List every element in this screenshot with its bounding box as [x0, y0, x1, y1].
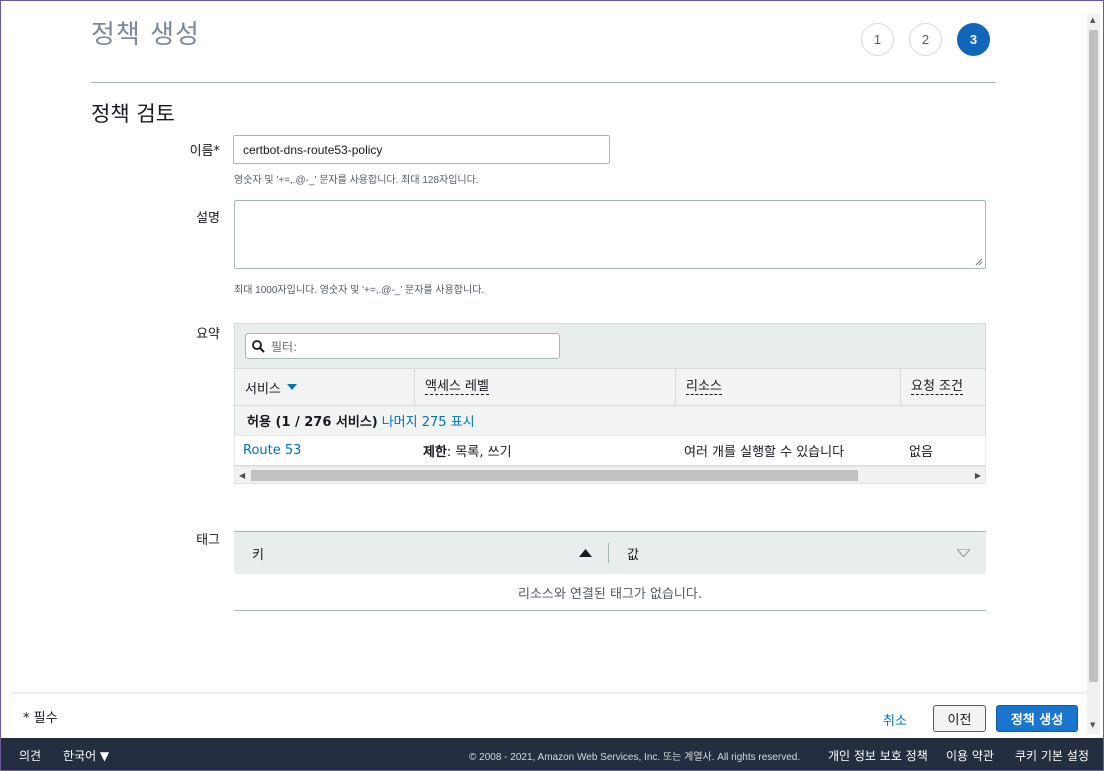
- create-policy-button[interactable]: 정책 생성: [996, 705, 1078, 732]
- column-divider: [608, 543, 609, 563]
- column-resource[interactable]: 리소스: [676, 369, 901, 405]
- privacy-link[interactable]: 개인 정보 보호 정책: [828, 747, 928, 764]
- footer-action-bar: * 필수 취소 이전 정책 생성: [11, 693, 1091, 737]
- section-title: 정책 검토: [91, 102, 175, 126]
- column-service[interactable]: 서비스: [235, 369, 415, 405]
- tags-value-header[interactable]: 값: [627, 544, 639, 563]
- access-level-bold: 제한: [423, 445, 447, 460]
- console-footer: 의견 한국어 ▼ © 2008 - 2021, Amazon Web Servi…: [1, 738, 1103, 770]
- tags-key-header[interactable]: 키: [252, 544, 264, 563]
- tags-header: 키 값: [234, 531, 986, 574]
- column-condition-label: 요청 조건: [911, 379, 963, 395]
- name-label: 이름*: [189, 144, 220, 159]
- resize-handle-icon[interactable]: [975, 258, 983, 266]
- sort-desc-icon: [286, 384, 297, 390]
- cancel-button[interactable]: 취소: [883, 710, 907, 729]
- column-access-level-label: 액세스 레벨: [425, 379, 489, 395]
- scroll-right-icon[interactable]: ▶: [975, 471, 981, 480]
- page-title: 정책 생성: [91, 20, 200, 50]
- column-resource-label: 리소스: [686, 379, 722, 395]
- feedback-link[interactable]: 의견: [19, 747, 41, 764]
- sort-inactive-icon[interactable]: [957, 549, 970, 557]
- sort-asc-icon[interactable]: [579, 549, 592, 557]
- wizard-steps: 1 2 3: [861, 23, 990, 56]
- horizontal-scrollbar[interactable]: ◀ ▶: [234, 466, 986, 484]
- scroll-left-icon[interactable]: ◀: [239, 471, 245, 480]
- condition-cell: 없음: [909, 445, 933, 460]
- required-note: * 필수: [23, 711, 58, 726]
- scroll-up-icon[interactable]: ▲: [1090, 16, 1095, 24]
- filter-input[interactable]: 필터:: [245, 333, 560, 359]
- column-condition[interactable]: 요청 조건: [901, 369, 985, 405]
- group-row: 허용 (1 / 276 서비스) 나머지 275 표시: [234, 406, 986, 436]
- scroll-thumb[interactable]: [251, 470, 858, 481]
- terms-link[interactable]: 이용 약관: [946, 747, 994, 764]
- description-label: 설명: [196, 211, 220, 226]
- tags-label: 태그: [196, 533, 220, 548]
- tags-table: 키 값 리소스와 연결된 태그가 없습니다.: [234, 531, 986, 611]
- access-level-detail: : 목록, 쓰기: [446, 445, 512, 460]
- summary-label: 요약: [196, 327, 220, 342]
- name-input[interactable]: certbot-dns-route53-policy: [233, 135, 610, 164]
- cookie-settings-link[interactable]: 쿠키 기본 설정: [1015, 747, 1089, 764]
- search-icon: [252, 339, 265, 353]
- step-2[interactable]: 2: [909, 23, 942, 56]
- tags-empty-message: 리소스와 연결된 태그가 없습니다.: [234, 574, 986, 611]
- divider: [91, 82, 996, 83]
- description-hint: 최대 1000자입니다. 영숫자 및 '+=,.@-_' 문자를 사용합니다.: [234, 285, 485, 296]
- previous-button[interactable]: 이전: [933, 705, 986, 732]
- group-text: 허용 (1 / 276 서비스): [247, 415, 378, 430]
- table-row: Route 53 제한: 목록, 쓰기 여러 개를 실행할 수 있습니다 없음: [234, 436, 986, 466]
- table-header: 서비스 액세스 레벨 리소스 요청 조건: [234, 368, 986, 406]
- scroll-down-icon[interactable]: ▼: [1090, 721, 1095, 729]
- service-link[interactable]: Route 53: [243, 443, 301, 458]
- show-remaining-link[interactable]: 나머지 275 표시: [382, 411, 475, 430]
- description-textarea[interactable]: [234, 200, 986, 269]
- summary-table: 필터: 서비스 액세스 레벨 리소스 요청 조건 허용 (1 / 276 서비스…: [234, 323, 986, 484]
- vertical-scroll-thumb[interactable]: [1089, 30, 1098, 682]
- name-hint: 영숫자 및 '+=,.@-_' 문자를 사용합니다. 최대 128자입니다.: [234, 175, 479, 186]
- copyright-text: © 2008 - 2021, Amazon Web Services, Inc.…: [469, 752, 801, 763]
- resource-cell: 여러 개를 실행할 수 있습니다: [684, 445, 845, 460]
- step-3[interactable]: 3: [957, 23, 990, 56]
- column-access-level[interactable]: 액세스 레벨: [415, 369, 676, 405]
- language-selector[interactable]: 한국어 ▼: [63, 747, 109, 764]
- filter-placeholder: 필터:: [271, 339, 298, 354]
- column-service-label: 서비스: [245, 381, 281, 397]
- step-1[interactable]: 1: [861, 23, 894, 56]
- summary-toolbar: 필터:: [234, 323, 986, 368]
